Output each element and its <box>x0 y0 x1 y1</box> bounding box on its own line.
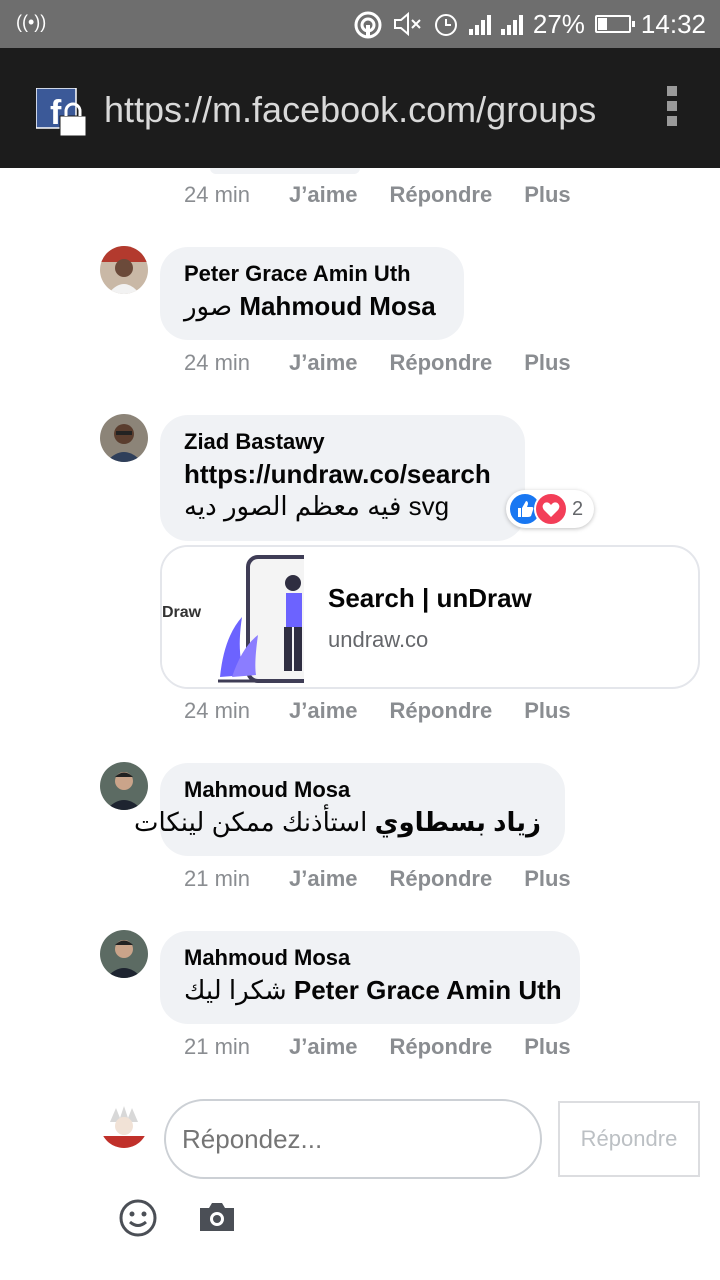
like-link[interactable]: J’aime <box>289 350 358 376</box>
comment-meta: 24 min J’aime Répondre Plus <box>184 350 571 376</box>
battery-percent: 27% <box>532 8 585 39</box>
avatar[interactable] <box>100 246 148 294</box>
signal-icon-2 <box>500 13 523 35</box>
comment-bubble: Mahmoud Mosa زياد بسطاوي استأذنك ممكن لي… <box>134 763 565 856</box>
reply-link[interactable]: Répondre <box>390 866 493 892</box>
more-link[interactable]: Plus <box>524 182 570 208</box>
link-preview-card[interactable]: Draw Search | unDraw undraw.co <box>160 545 700 689</box>
alarm-icon <box>434 14 457 36</box>
comment-author[interactable]: Mahmoud Mosa <box>184 943 556 973</box>
svg-text:Draw: Draw <box>162 604 202 621</box>
reply-input[interactable] <box>164 1099 542 1179</box>
comment-meta: 21 min J’aime Répondre Plus <box>184 866 571 892</box>
like-link[interactable]: J’aime <box>289 182 358 208</box>
comment-link-text[interactable]: https://undraw.co/search <box>184 457 501 491</box>
wifi-icon <box>354 11 382 39</box>
link-domain: undraw.co <box>328 627 429 652</box>
like-link[interactable]: J’aime <box>289 866 358 892</box>
more-link[interactable]: Plus <box>524 866 570 892</box>
hotspot-icon: ((•)) <box>16 12 47 32</box>
comment-text: شكرا ليك <box>184 975 287 1005</box>
comment-bubble: Mahmoud Mosa شكرا ليك Peter Grace Amin U… <box>160 931 580 1024</box>
comment-author[interactable]: Peter Grace Amin Uth <box>184 259 440 289</box>
link-title[interactable]: Search | unDraw <box>328 583 532 614</box>
like-link[interactable]: J’aime <box>289 698 358 724</box>
avatar[interactable] <box>100 414 148 462</box>
link-thumbnail: Draw <box>162 547 304 687</box>
mention-link[interactable]: Mahmoud Mosa <box>239 291 435 321</box>
comment-text: صور <box>184 291 233 321</box>
comment-author[interactable]: Mahmoud Mosa <box>184 775 541 805</box>
status-bar: ((•)) 27% 14:32 <box>0 0 720 48</box>
reply-button[interactable]: Répondre <box>558 1101 700 1177</box>
battery-icon <box>594 15 635 33</box>
comment-meta: 21 min J’aime Répondre Plus <box>184 1034 571 1060</box>
mute-icon <box>393 11 421 37</box>
reactions-badge[interactable]: 2 <box>506 490 594 528</box>
comment-author[interactable]: Ziad Bastawy <box>184 427 501 457</box>
avatar[interactable] <box>100 762 148 810</box>
comment-meta: 24 min J’aime Répondre Plus <box>184 182 571 208</box>
clock: 14:32 <box>640 8 706 39</box>
url-bar[interactable]: https://m.facebook.com/groups <box>104 88 610 132</box>
reply-link[interactable]: Répondre <box>390 1034 493 1060</box>
comment-meta: 24 min J’aime Répondre Plus <box>184 698 571 724</box>
comment-bubble: Ziad Bastawy https://undraw.co/search في… <box>160 415 525 541</box>
mention-link[interactable]: زياد بسطاوي <box>375 807 541 837</box>
facebook-secure-icon: f <box>36 88 87 137</box>
comment-bubble: Peter Grace Amin Uth صور Mahmoud Mosa <box>160 247 464 340</box>
mention-link[interactable]: Peter Grace Amin Uth <box>294 975 562 1005</box>
love-reaction-icon <box>534 492 568 526</box>
more-link[interactable]: Plus <box>524 350 570 376</box>
previous-bubble-tail <box>210 168 360 174</box>
more-menu-icon[interactable] <box>666 86 678 130</box>
reply-link[interactable]: Répondre <box>390 350 493 376</box>
more-link[interactable]: Plus <box>524 1034 570 1060</box>
comment-text: فيه معظم الصور ديه svg <box>184 491 450 521</box>
signal-icon <box>468 13 491 35</box>
avatar[interactable] <box>100 930 148 978</box>
emoji-icon[interactable] <box>118 1198 158 1238</box>
camera-icon[interactable] <box>198 1200 236 1234</box>
comment-text: استأذنك ممكن لينكات <box>133 807 368 837</box>
reaction-count: 2 <box>572 497 584 520</box>
composer-avatar <box>100 1100 148 1148</box>
reply-link[interactable]: Répondre <box>390 698 493 724</box>
more-link[interactable]: Plus <box>524 698 570 724</box>
like-link[interactable]: J’aime <box>289 1034 358 1060</box>
reply-link[interactable]: Répondre <box>390 182 493 208</box>
